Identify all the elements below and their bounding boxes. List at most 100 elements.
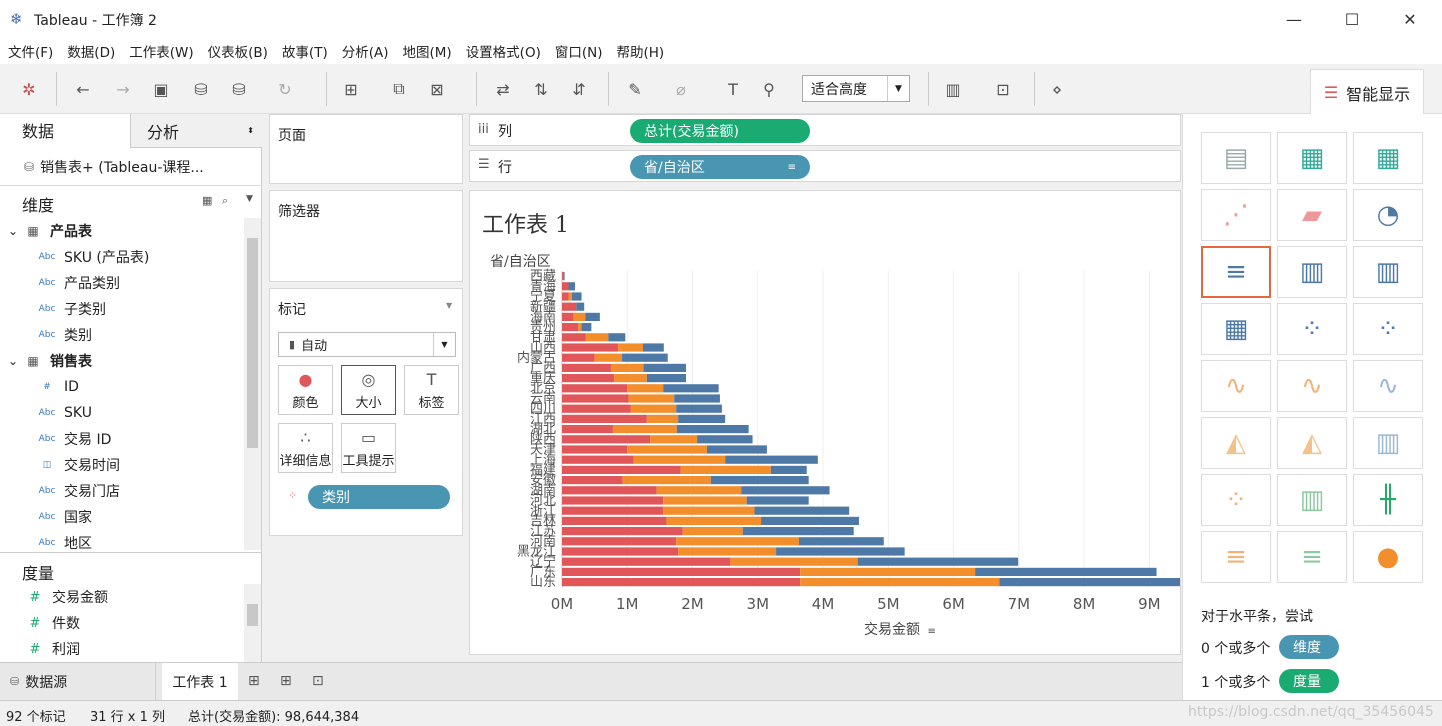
bar-segment[interactable]: [562, 353, 595, 362]
show-labels-icon[interactable]: T: [722, 78, 744, 100]
dimensions-scrollbar[interactable]: [244, 218, 261, 550]
maximize-button[interactable]: ☐: [1332, 6, 1372, 32]
show-me-symbol-map-icon[interactable]: ⋰: [1201, 189, 1271, 241]
show-me-highlight-table-icon[interactable]: ▦: [1353, 132, 1423, 184]
bar-segment[interactable]: [800, 578, 1000, 587]
mark-type-dropdown[interactable]: ▮ 自动 ▼: [278, 332, 456, 357]
chevron-down-icon[interactable]: ▼: [246, 194, 253, 204]
sheet-tab-1[interactable]: 工作表 1: [162, 663, 238, 700]
refresh-icon[interactable]: ↻: [274, 78, 296, 100]
bar-segment[interactable]: [706, 445, 767, 454]
clear-sheet-icon[interactable]: ⊠: [426, 78, 448, 100]
bar-segment[interactable]: [710, 476, 809, 485]
bar-segment[interactable]: [585, 312, 600, 321]
bar-segment[interactable]: [576, 302, 585, 311]
measures-scrollbar[interactable]: [244, 584, 261, 662]
bar-segment[interactable]: [857, 557, 1019, 566]
show-me-side-by-side-circles-icon[interactable]: ⁘: [1353, 303, 1423, 355]
bar-segment[interactable]: [562, 567, 801, 576]
bar-segment[interactable]: [562, 292, 569, 301]
show-me-bullet-graph-icon[interactable]: ≡: [1277, 531, 1347, 583]
show-me-line-discrete-icon[interactable]: ∿: [1277, 360, 1347, 412]
bar-segment[interactable]: [562, 486, 657, 495]
chevron-down-icon[interactable]: ⌄: [8, 224, 22, 238]
dimension-field[interactable]: Abc SKU (产品表): [0, 244, 244, 270]
bar-segment[interactable]: [630, 404, 677, 413]
dimension-field[interactable]: # ID: [0, 374, 244, 400]
bar-segment[interactable]: [633, 455, 726, 464]
show-me-circle-views-icon[interactable]: ⁘: [1277, 303, 1347, 355]
bar-segment[interactable]: [676, 404, 722, 413]
bar-segment[interactable]: [562, 363, 611, 372]
tab-data[interactable]: 数据: [0, 114, 130, 148]
table-group[interactable]: ⌄ ▦ 产品表: [0, 218, 244, 244]
show-me-heat-map-icon[interactable]: ▦: [1277, 132, 1347, 184]
bar-segment[interactable]: [562, 578, 801, 587]
dimension-field[interactable]: Abc 交易 ID: [0, 426, 244, 452]
bar-segment[interactable]: [663, 384, 719, 393]
bar-segment[interactable]: [562, 455, 634, 464]
tab-analysis[interactable]: 分析 ⬍: [130, 114, 262, 148]
undo-icon[interactable]: ←: [72, 78, 94, 100]
bar-segment[interactable]: [563, 272, 565, 281]
sort-ascending-icon[interactable]: ⇅: [530, 78, 552, 100]
redo-icon[interactable]: →: [112, 78, 134, 100]
rows-shelf[interactable]: ☰ 行 省/自治区 ≡: [469, 150, 1181, 182]
bar-segment[interactable]: [594, 353, 623, 362]
show-me-scatter-plot-icon[interactable]: ⁘: [1201, 474, 1271, 526]
bar-segment[interactable]: [628, 394, 675, 403]
show-me-stacked-bar-icon[interactable]: ▥: [1277, 246, 1347, 298]
duplicate-sheet-icon[interactable]: ⧉: [388, 78, 410, 100]
bar-segment[interactable]: [585, 333, 609, 342]
measure-field[interactable]: # 利润: [0, 636, 244, 662]
bar-segment[interactable]: [568, 282, 576, 291]
dimension-field[interactable]: Abc 产品类别: [0, 270, 244, 296]
chevron-down-icon[interactable]: ▼: [446, 301, 452, 310]
bar-segment[interactable]: [643, 363, 686, 372]
bar-segment[interactable]: [562, 312, 574, 321]
bar-segment[interactable]: [618, 343, 643, 352]
show-me-pie-chart-icon[interactable]: ◔: [1353, 189, 1423, 241]
bar-segment[interactable]: [573, 312, 586, 321]
menu-dashboard[interactable]: 仪表板(B): [208, 41, 268, 61]
bar-segment[interactable]: [562, 425, 613, 434]
new-story-icon[interactable]: ⊡: [312, 673, 324, 689]
swap-rows-columns-icon[interactable]: ⇄: [492, 78, 514, 100]
bar-segment[interactable]: [562, 404, 631, 413]
label-button[interactable]: T 标签: [404, 365, 459, 415]
bar-segment[interactable]: [678, 547, 777, 556]
bar-segment[interactable]: [650, 435, 698, 444]
show-cards-icon[interactable]: ▥: [942, 78, 964, 100]
bar-segment[interactable]: [680, 465, 771, 474]
bar-segment[interactable]: [678, 414, 726, 423]
menu-format[interactable]: 设置格式(O): [466, 41, 541, 61]
bar-segment[interactable]: [562, 414, 647, 423]
bar-segment[interactable]: [798, 537, 884, 546]
chevron-down-icon[interactable]: ⌄: [8, 354, 22, 368]
dimension-field[interactable]: ◫ 交易时间: [0, 452, 244, 478]
menu-file[interactable]: 文件(F): [8, 41, 53, 61]
bar-segment[interactable]: [676, 537, 799, 546]
color-button[interactable]: ● 颜色: [278, 365, 333, 415]
rows-pill-province[interactable]: 省/自治区 ≡: [630, 155, 810, 179]
close-button[interactable]: ✕: [1390, 6, 1430, 32]
bar-segment[interactable]: [562, 333, 586, 342]
presentation-mode-icon[interactable]: ⊡: [992, 78, 1014, 100]
show-me-box-whisker-icon[interactable]: ╫: [1353, 474, 1423, 526]
bar-segment[interactable]: [754, 506, 850, 515]
show-me-filled-map-icon[interactable]: ▰: [1277, 189, 1347, 241]
dimension-field[interactable]: Abc 子类别: [0, 296, 244, 322]
color-pill-category[interactable]: 类别: [308, 485, 450, 509]
bar-segment[interactable]: [761, 516, 859, 525]
bar-segment[interactable]: [562, 394, 629, 403]
table-group[interactable]: ⌄ ▦ 销售表: [0, 348, 244, 374]
bar-segment[interactable]: [975, 567, 1157, 576]
bar-segment[interactable]: [742, 527, 854, 536]
bar-segment[interactable]: [581, 323, 592, 332]
menu-analysis[interactable]: 分析(A): [342, 41, 389, 61]
dimension-field[interactable]: Abc 交易门店: [0, 478, 244, 504]
bar-segment[interactable]: [627, 445, 707, 454]
bar-segment[interactable]: [622, 476, 711, 485]
bar-segment[interactable]: [730, 557, 858, 566]
bar-segment[interactable]: [663, 496, 747, 505]
